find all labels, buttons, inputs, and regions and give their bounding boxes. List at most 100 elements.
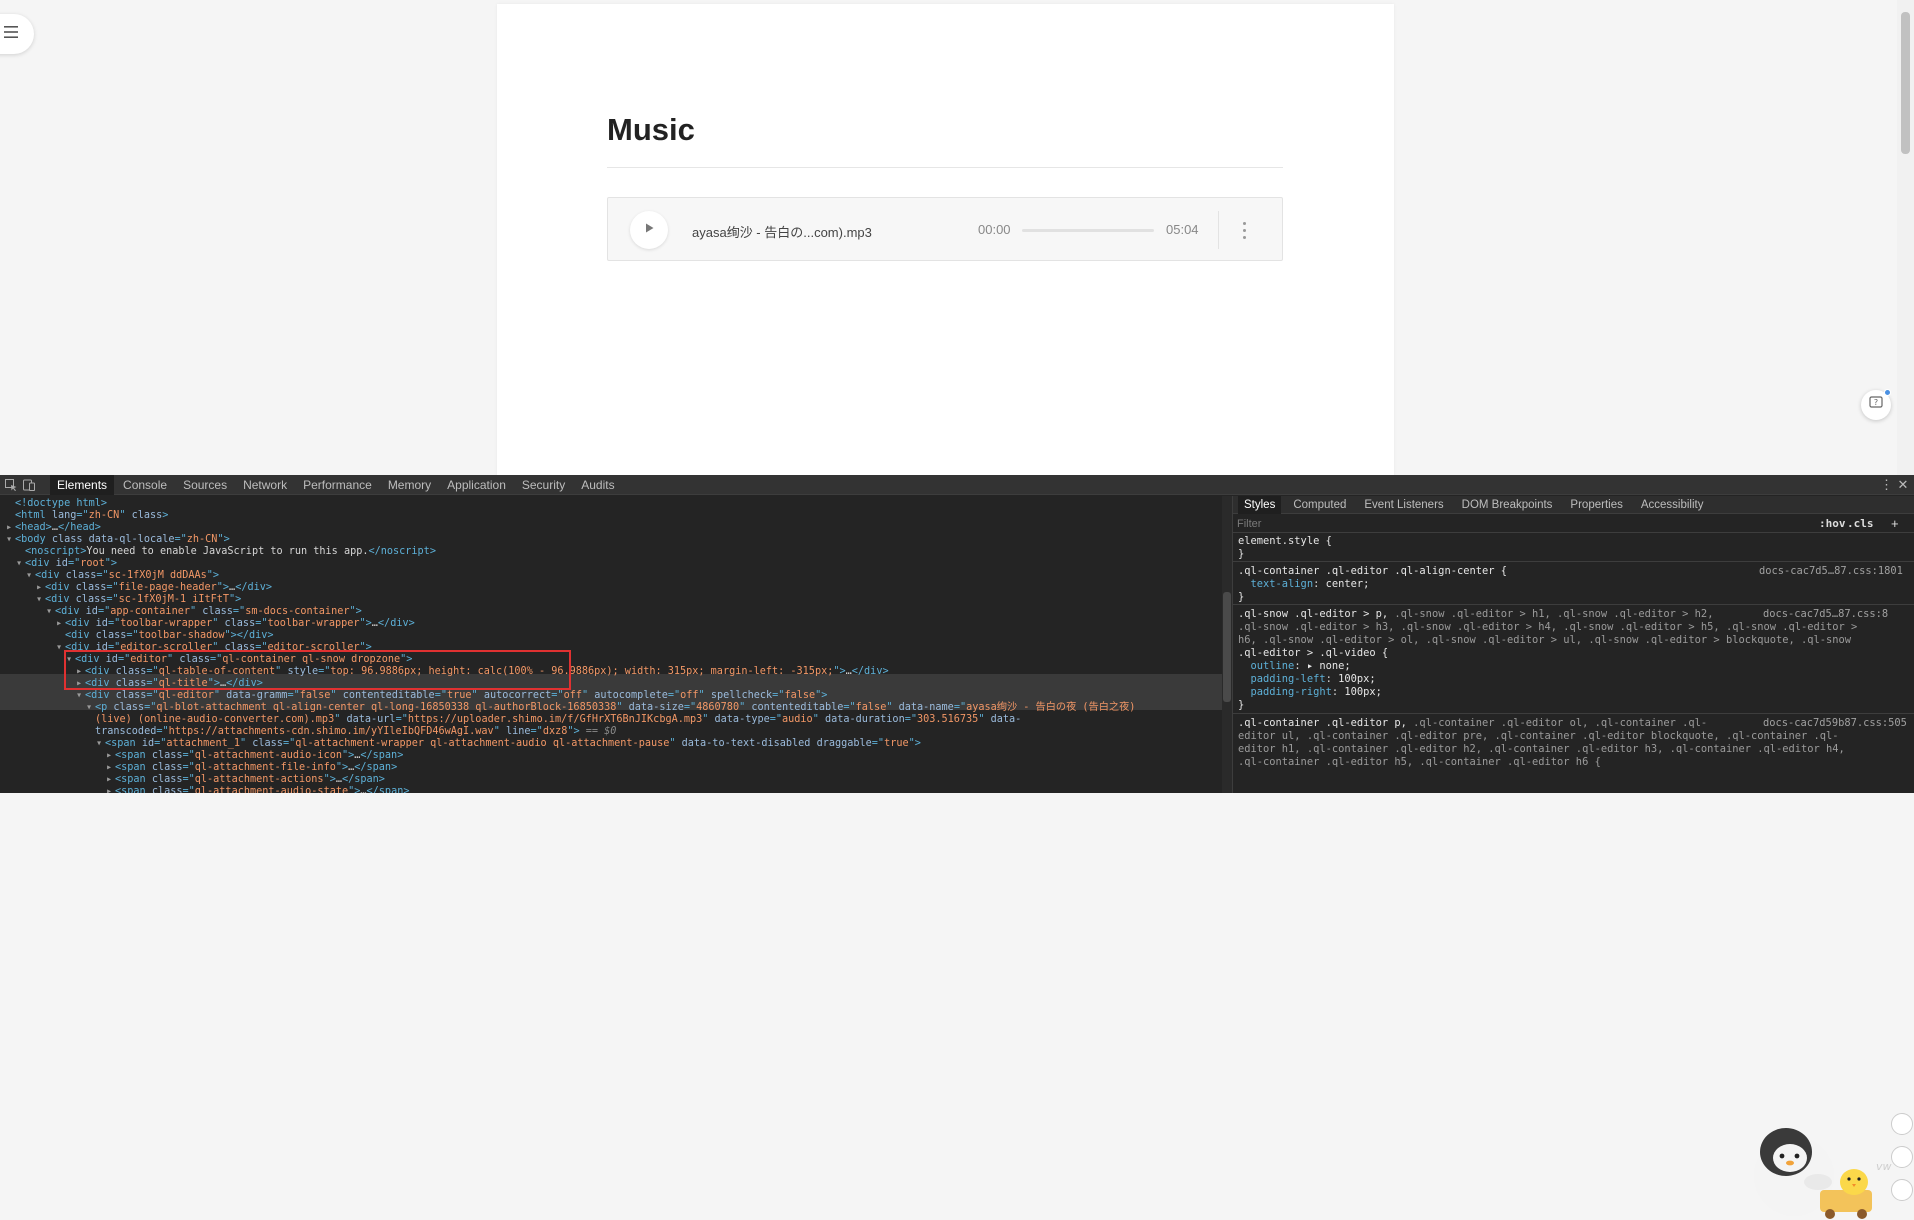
devtools-tab-audits[interactable]: Audits bbox=[574, 475, 621, 495]
devtools-tab-sources[interactable]: Sources bbox=[176, 475, 234, 495]
style-declaration[interactable]: text-align: center; bbox=[1238, 578, 1370, 591]
elements-dom-tree[interactable]: <!doctype html> <html lang="zh-CN" class>… bbox=[0, 496, 1222, 793]
hover-state-toggle[interactable]: :hov bbox=[1819, 517, 1846, 530]
dom-node-line[interactable]: <noscript>You need to enable JavaScript … bbox=[0, 546, 1222, 558]
styles-tab-computed[interactable]: Computed bbox=[1287, 496, 1352, 514]
dom-node-line[interactable]: <html lang="zh-CN" class> bbox=[0, 510, 1222, 522]
rule-source-link[interactable]: docs-cac7d5…87.css:1801 bbox=[1759, 565, 1903, 578]
rule-source-link[interactable]: docs-cac7d5…87.css:8 bbox=[1759, 608, 1889, 621]
expand-toggle-icon[interactable]: ▾ bbox=[66, 654, 75, 666]
rule-selector-line[interactable]: editor ul, .ql-container .ql-editor pre,… bbox=[1238, 730, 1839, 743]
dom-node-line[interactable]: transcoded="https://attachments-cdn.shim… bbox=[0, 726, 1222, 738]
new-style-rule-button[interactable]: + bbox=[1891, 516, 1899, 531]
dom-node-line[interactable]: ▸ <div class="file-page-header">…</div> bbox=[0, 582, 1222, 594]
style-declaration[interactable]: padding-right: 100px; bbox=[1238, 686, 1382, 699]
devtools-menu-icon[interactable]: ⋮ bbox=[1880, 477, 1893, 493]
document-sheet: Music ayasa绚沙 - 告白の...com).mp3 00:00 05:… bbox=[497, 4, 1394, 475]
dom-node-line[interactable]: ▾ <p class="ql-blot-attachment ql-align-c… bbox=[0, 702, 1222, 714]
dom-node-line[interactable]: ▸ <div id="toolbar-wrapper" class="toolba… bbox=[0, 618, 1222, 630]
rule-selector-line[interactable]: h6, .ql-snow .ql-editor > ol, .ql-snow .… bbox=[1238, 634, 1851, 647]
expand-toggle-icon[interactable]: ▸ bbox=[76, 678, 85, 690]
rule-selector-line[interactable]: .ql-container .ql-editor p, .ql-containe… bbox=[1238, 717, 1707, 730]
element-style-selector[interactable]: element.style { bbox=[1238, 535, 1332, 548]
dom-node-line[interactable]: ▾ <div class="sc-1fX0jM ddDAAs"> bbox=[0, 570, 1222, 582]
expand-toggle-icon[interactable]: ▸ bbox=[6, 522, 15, 534]
styles-tab-dom-breakpoints[interactable]: DOM Breakpoints bbox=[1456, 496, 1559, 514]
expand-toggle-icon[interactable]: ▾ bbox=[86, 702, 95, 714]
style-declaration[interactable]: outline: ▸ none; bbox=[1238, 660, 1351, 673]
styles-tab-event-listeners[interactable]: Event Listeners bbox=[1358, 496, 1449, 514]
expand-toggle-icon[interactable]: ▸ bbox=[106, 786, 115, 793]
dom-node-line[interactable]: ▸ <span class="ql-attachment-audio-icon">… bbox=[0, 750, 1222, 762]
class-toggle[interactable]: .cls bbox=[1847, 517, 1874, 530]
expand-toggle-icon[interactable]: ▾ bbox=[6, 534, 15, 546]
dom-node-line[interactable]: ▾ <div id="editor" class="ql-container ql… bbox=[0, 654, 1222, 666]
dom-node-line[interactable]: ▸ <head>…</head> bbox=[0, 522, 1222, 534]
more-dot-icon bbox=[1242, 221, 1246, 225]
dom-node-line[interactable]: ▸ <span class="ql-attachment-audio-state"… bbox=[0, 786, 1222, 793]
dom-node-line[interactable]: ▸ <div class="ql-table-of-content" style=… bbox=[0, 666, 1222, 678]
expand-toggle-icon[interactable]: ▾ bbox=[36, 594, 45, 606]
rule-selector-line[interactable]: .ql-container .ql-editor h5, .ql-contain… bbox=[1238, 756, 1601, 769]
dom-node-line[interactable]: ▾ <div id="root"> bbox=[0, 558, 1222, 570]
menu-button[interactable] bbox=[0, 14, 34, 54]
devtools-tab-network[interactable]: Network bbox=[236, 475, 294, 495]
expand-toggle-icon[interactable]: ▸ bbox=[106, 762, 115, 774]
devtools-close-icon[interactable]: ✕ bbox=[1896, 477, 1910, 493]
more-options-button[interactable] bbox=[1236, 215, 1252, 245]
devtools-tab-security[interactable]: Security bbox=[515, 475, 572, 495]
devtools-tab-console[interactable]: Console bbox=[116, 475, 174, 495]
style-declaration[interactable]: padding-left: 100px; bbox=[1238, 673, 1376, 686]
expand-toggle-icon[interactable]: ▸ bbox=[106, 774, 115, 786]
rule-selector-line[interactable]: .ql-snow .ql-editor > h3, .ql-snow .ql-e… bbox=[1238, 621, 1857, 634]
devtools-tab-elements[interactable]: Elements bbox=[50, 475, 115, 495]
dom-token: line bbox=[505, 726, 531, 737]
dom-node-line[interactable]: ▸ <span class="ql-attachment-file-info">…… bbox=[0, 762, 1222, 774]
rule-selector-line[interactable]: editor h1, .ql-container .ql-editor h2, … bbox=[1238, 743, 1845, 756]
document-title[interactable]: Music bbox=[607, 112, 695, 148]
expand-toggle-icon[interactable]: ▾ bbox=[56, 642, 65, 654]
rule-selector[interactable]: .ql-container .ql-editor .ql-align-cente… bbox=[1238, 565, 1507, 578]
dom-node-line[interactable]: ▸ <span class="ql-attachment-actions">…</… bbox=[0, 774, 1222, 786]
expand-toggle-icon[interactable]: ▸ bbox=[106, 750, 115, 762]
expand-toggle-icon[interactable]: ▸ bbox=[36, 582, 45, 594]
dom-tree-scrollbar-thumb[interactable] bbox=[1223, 592, 1231, 702]
rule-selector-line[interactable]: .ql-editor > .ql-video { bbox=[1238, 647, 1388, 660]
dom-token: =" bbox=[182, 750, 195, 761]
dom-token: =" bbox=[182, 774, 195, 785]
expand-toggle-icon[interactable]: ▾ bbox=[26, 570, 35, 582]
dom-node-line[interactable]: ▾ <div class="ql-editor" data-gramm="fals… bbox=[0, 690, 1222, 702]
dom-node-line[interactable]: ▾ <div class="sc-1fX0jM-1 iItFtT"> bbox=[0, 594, 1222, 606]
expand-toggle-icon[interactable]: ▸ bbox=[76, 666, 85, 678]
dom-node-line[interactable]: ▾ <div id="app-container" class="sm-docs-… bbox=[0, 606, 1222, 618]
expand-toggle-icon[interactable]: ▾ bbox=[76, 690, 85, 702]
audio-progress-bar[interactable] bbox=[1022, 229, 1154, 232]
play-button[interactable] bbox=[630, 211, 668, 249]
page-scrollbar[interactable] bbox=[1897, 0, 1914, 475]
dom-node-line[interactable]: ▾ <body class data-ql-locale="zh-CN"> bbox=[0, 534, 1222, 546]
styles-tab-accessibility[interactable]: Accessibility bbox=[1635, 496, 1710, 514]
page-scrollbar-thumb[interactable] bbox=[1901, 12, 1910, 154]
styles-tab-styles[interactable]: Styles bbox=[1238, 496, 1282, 514]
expand-toggle-icon[interactable]: ▾ bbox=[16, 558, 25, 570]
devtools-tab-memory[interactable]: Memory bbox=[381, 475, 438, 495]
dom-node-line[interactable]: <div class="toolbar-shadow"></div> bbox=[0, 630, 1222, 642]
dom-node-line[interactable]: ▾ <div id="editor-scroller" class="editor… bbox=[0, 642, 1222, 654]
devtools-tab-application[interactable]: Application bbox=[440, 475, 513, 495]
device-toolbar-icon[interactable] bbox=[22, 478, 36, 492]
dom-tree-scrollbar[interactable] bbox=[1222, 496, 1232, 793]
expand-toggle-icon[interactable]: ▸ bbox=[56, 618, 65, 630]
rule-selector-line[interactable]: .ql-snow .ql-editor > p, .ql-snow .ql-ed… bbox=[1238, 608, 1720, 621]
dom-node-line[interactable]: (live) (online-audio-converter.com).mp3"… bbox=[0, 714, 1222, 726]
styles-filter-input[interactable] bbox=[1237, 517, 1817, 531]
styles-tab-properties[interactable]: Properties bbox=[1564, 496, 1628, 514]
dom-node-line[interactable]: <!doctype html> bbox=[0, 498, 1222, 510]
rule-source-link[interactable]: docs-cac7d59b87.css:505 bbox=[1759, 717, 1907, 730]
devtools-tab-performance[interactable]: Performance bbox=[296, 475, 379, 495]
audio-attachment[interactable]: ayasa绚沙 - 告白の...com).mp3 00:00 05:04 bbox=[607, 197, 1283, 261]
dom-node-line[interactable]: ▾ <span id="attachment_1" class="ql-attac… bbox=[0, 738, 1222, 750]
expand-toggle-icon[interactable]: ▾ bbox=[96, 738, 105, 750]
inspect-element-icon[interactable] bbox=[4, 478, 18, 492]
expand-toggle-icon[interactable]: ▾ bbox=[46, 606, 55, 618]
dom-node-line[interactable]: ▸ <div class="ql-title">…</div> bbox=[0, 678, 1222, 690]
